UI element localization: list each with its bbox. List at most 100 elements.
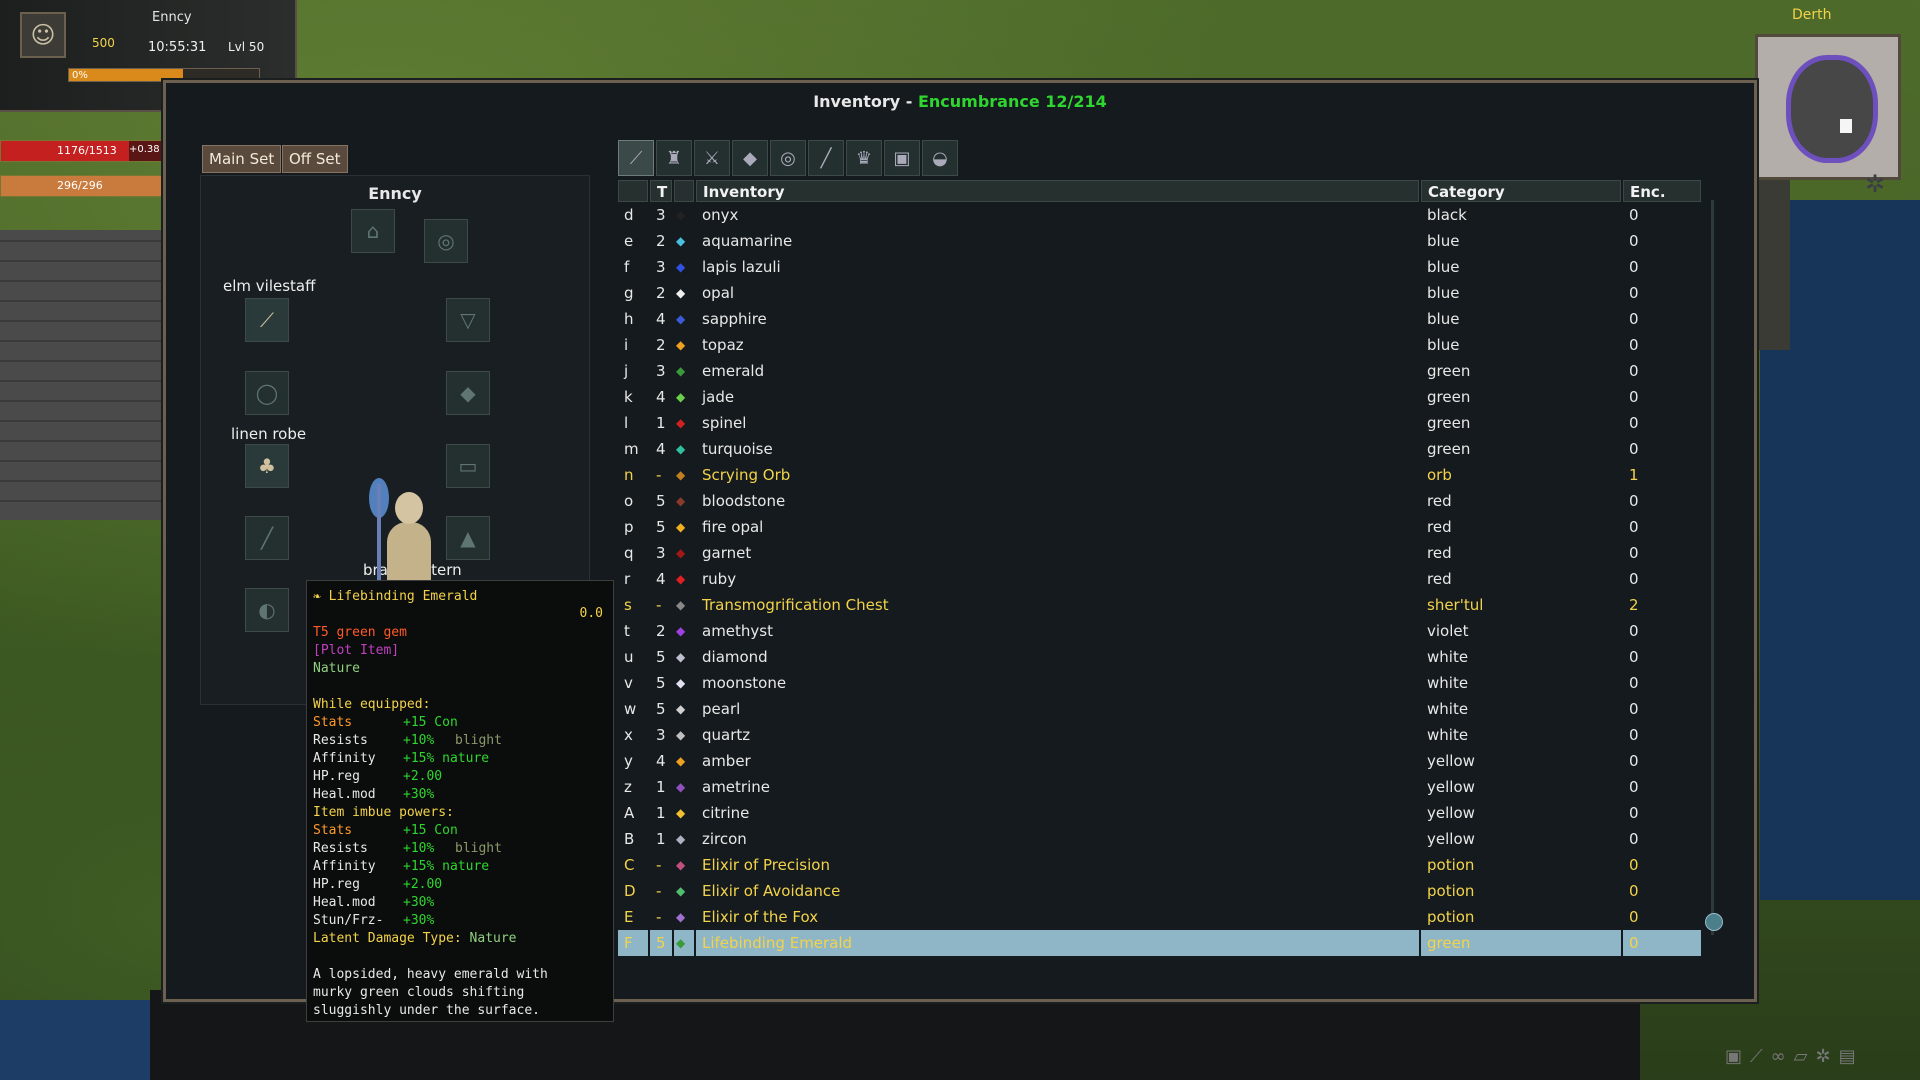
- table-row[interactable]: d 3 ◆ onyx black 0: [618, 202, 1708, 228]
- table-row[interactable]: B 1 ◆ zircon yellow 0: [618, 826, 1708, 852]
- row-icon: ◆: [674, 384, 694, 410]
- tooltip-desc-3: sluggishly under the surface.: [313, 1003, 540, 1018]
- minimap[interactable]: [1755, 34, 1901, 180]
- gloves-slot[interactable]: ▭: [446, 444, 490, 488]
- cloak-slot[interactable]: ▽: [446, 298, 490, 342]
- table-row[interactable]: m 4 ◆ turquoise green 0: [618, 436, 1708, 462]
- table-row[interactable]: s - ◆ Transmogrification Chest sher'tul 2: [618, 592, 1708, 618]
- row-category: yellow: [1427, 752, 1475, 770]
- chest-icon[interactable]: ▣: [884, 140, 920, 176]
- table-row[interactable]: C - ◆ Elixir of Precision potion 0: [618, 852, 1708, 878]
- gem-icon: ◆: [676, 754, 686, 768]
- row-letter: w: [624, 700, 637, 718]
- row-enc: 1: [1629, 466, 1639, 484]
- tool-slot[interactable]: ◐: [245, 588, 289, 632]
- ring-slot[interactable]: ◯: [245, 371, 289, 415]
- table-row[interactable]: p 5 ◆ fire opal red 0: [618, 514, 1708, 540]
- table-row[interactable]: n - ◆ Scrying Orb orb 1: [618, 462, 1708, 488]
- table-row[interactable]: h 4 ◆ sapphire blue 0: [618, 306, 1708, 332]
- row-icon: ◆: [674, 514, 694, 540]
- table-row[interactable]: y 4 ◆ amber yellow 0: [618, 748, 1708, 774]
- scrollbar-track[interactable]: [1711, 200, 1714, 935]
- table-row[interactable]: k 4 ◆ jade green 0: [618, 384, 1708, 410]
- glasses-icon[interactable]: ∞: [1771, 1046, 1786, 1067]
- table-row[interactable]: t 2 ◆ amethyst violet 0: [618, 618, 1708, 644]
- row-icon: ◆: [674, 904, 694, 930]
- table-row[interactable]: q 3 ◆ garnet red 0: [618, 540, 1708, 566]
- belt-slot[interactable]: ╱: [245, 516, 289, 560]
- header-tier[interactable]: T: [650, 180, 672, 202]
- table-row[interactable]: i 2 ◆ topaz blue 0: [618, 332, 1708, 358]
- gem-icon: ◆: [676, 442, 686, 456]
- table-row[interactable]: u 5 ◆ diamond white 0: [618, 644, 1708, 670]
- gem-icon: ◆: [676, 312, 686, 326]
- row-name: bloodstone: [702, 492, 786, 510]
- table-row[interactable]: l 1 ◆ spinel green 0: [618, 410, 1708, 436]
- boots-slot[interactable]: ▲: [446, 516, 490, 560]
- table-row[interactable]: x 3 ◆ quartz white 0: [618, 722, 1708, 748]
- row-category: sher'tul: [1427, 596, 1484, 614]
- chest-icon[interactable]: ▣: [1725, 1046, 1742, 1067]
- scrollbar-knob[interactable]: [1705, 913, 1723, 931]
- gem-icon: ◆: [676, 832, 686, 846]
- table-row[interactable]: f 3 ◆ lapis lazuli blue 0: [618, 254, 1708, 280]
- row-icon: ◆: [674, 826, 694, 852]
- row-tier: -: [656, 596, 662, 614]
- table-row[interactable]: o 5 ◆ bloodstone red 0: [618, 488, 1708, 514]
- table-row[interactable]: F 5 ◆ Lifebinding Emerald green 0: [618, 930, 1708, 956]
- row-name: Lifebinding Emerald: [696, 930, 1419, 956]
- weapon-icon[interactable]: ⚔: [694, 140, 730, 176]
- row-enc: 0: [1629, 908, 1639, 926]
- table-row[interactable]: D - ◆ Elixir of Avoidance potion 0: [618, 878, 1708, 904]
- row-tier: 1: [656, 414, 666, 432]
- stat-value: +30%: [403, 787, 435, 802]
- gem-icon: ◆: [676, 364, 686, 378]
- sword-icon[interactable]: ⟋: [1750, 1046, 1763, 1067]
- table-row[interactable]: e 2 ◆ aquamarine blue 0: [618, 228, 1708, 254]
- scroll-icon[interactable]: ▱: [1794, 1046, 1808, 1067]
- table-row[interactable]: j 3 ◆ emerald green 0: [618, 358, 1708, 384]
- off-set-button[interactable]: Off Set: [282, 145, 348, 173]
- row-enc: 0: [1629, 856, 1639, 874]
- trophy-icon[interactable]: ♛: [846, 140, 882, 176]
- row-letter: n: [624, 466, 634, 484]
- lock-icon[interactable]: ▤: [1839, 1046, 1856, 1067]
- row-letter: f: [624, 258, 630, 276]
- head-slot[interactable]: ⌂: [351, 209, 395, 253]
- header-enc[interactable]: Enc.: [1623, 180, 1701, 202]
- row-name: Scrying Orb: [702, 466, 791, 484]
- stat-key: Heal.mod: [313, 895, 376, 910]
- table-row[interactable]: z 1 ◆ ametrine yellow 0: [618, 774, 1708, 800]
- table-row[interactable]: A 1 ◆ citrine yellow 0: [618, 800, 1708, 826]
- gear-icon[interactable]: ✲: [1815, 1046, 1830, 1067]
- amulet-slot[interactable]: ◎: [424, 219, 468, 263]
- row-icon: ◆: [674, 670, 694, 696]
- armor-icon[interactable]: ♜: [656, 140, 692, 176]
- table-row[interactable]: E - ◆ Elixir of the Fox potion 0: [618, 904, 1708, 930]
- row-letter: d: [624, 206, 634, 224]
- row-tier: 1: [656, 830, 666, 848]
- weapon-slot[interactable]: ⟋: [245, 298, 289, 342]
- header-category[interactable]: Category: [1421, 180, 1621, 202]
- tooltip-tier: T5 green gem: [313, 624, 407, 642]
- offhand-slot[interactable]: ◆: [446, 371, 490, 415]
- table-row[interactable]: r 4 ◆ ruby red 0: [618, 566, 1708, 592]
- ring-icon[interactable]: ◎: [770, 140, 806, 176]
- body-slot[interactable]: ♣: [245, 444, 289, 488]
- all-items-icon[interactable]: ⟋: [618, 140, 654, 176]
- main-set-button[interactable]: Main Set: [202, 145, 282, 173]
- row-letter: B: [624, 830, 635, 848]
- table-row[interactable]: v 5 ◆ moonstone white 0: [618, 670, 1708, 696]
- player-portrait[interactable]: ☺: [20, 12, 66, 58]
- table-row[interactable]: g 2 ◆ opal blue 0: [618, 280, 1708, 306]
- bag-icon[interactable]: ◒: [922, 140, 958, 176]
- gear-icon[interactable]: ✲: [1865, 170, 1885, 198]
- health-bar: 1176/1513 +0.38: [0, 140, 167, 162]
- gem-icon[interactable]: ◆: [732, 140, 768, 176]
- table-body: d 3 ◆ onyx black 0 e 2 ◆ aquamarine blue 0 f 3 ◆ lapis …: [618, 202, 1708, 956]
- table-row[interactable]: w 5 ◆ pearl white 0: [618, 696, 1708, 722]
- header-inventory[interactable]: Inventory: [696, 180, 1419, 202]
- weapon-label: elm vilestaff: [223, 277, 316, 295]
- wand-icon[interactable]: ╱: [808, 140, 844, 176]
- stat-key: Resists: [313, 733, 368, 748]
